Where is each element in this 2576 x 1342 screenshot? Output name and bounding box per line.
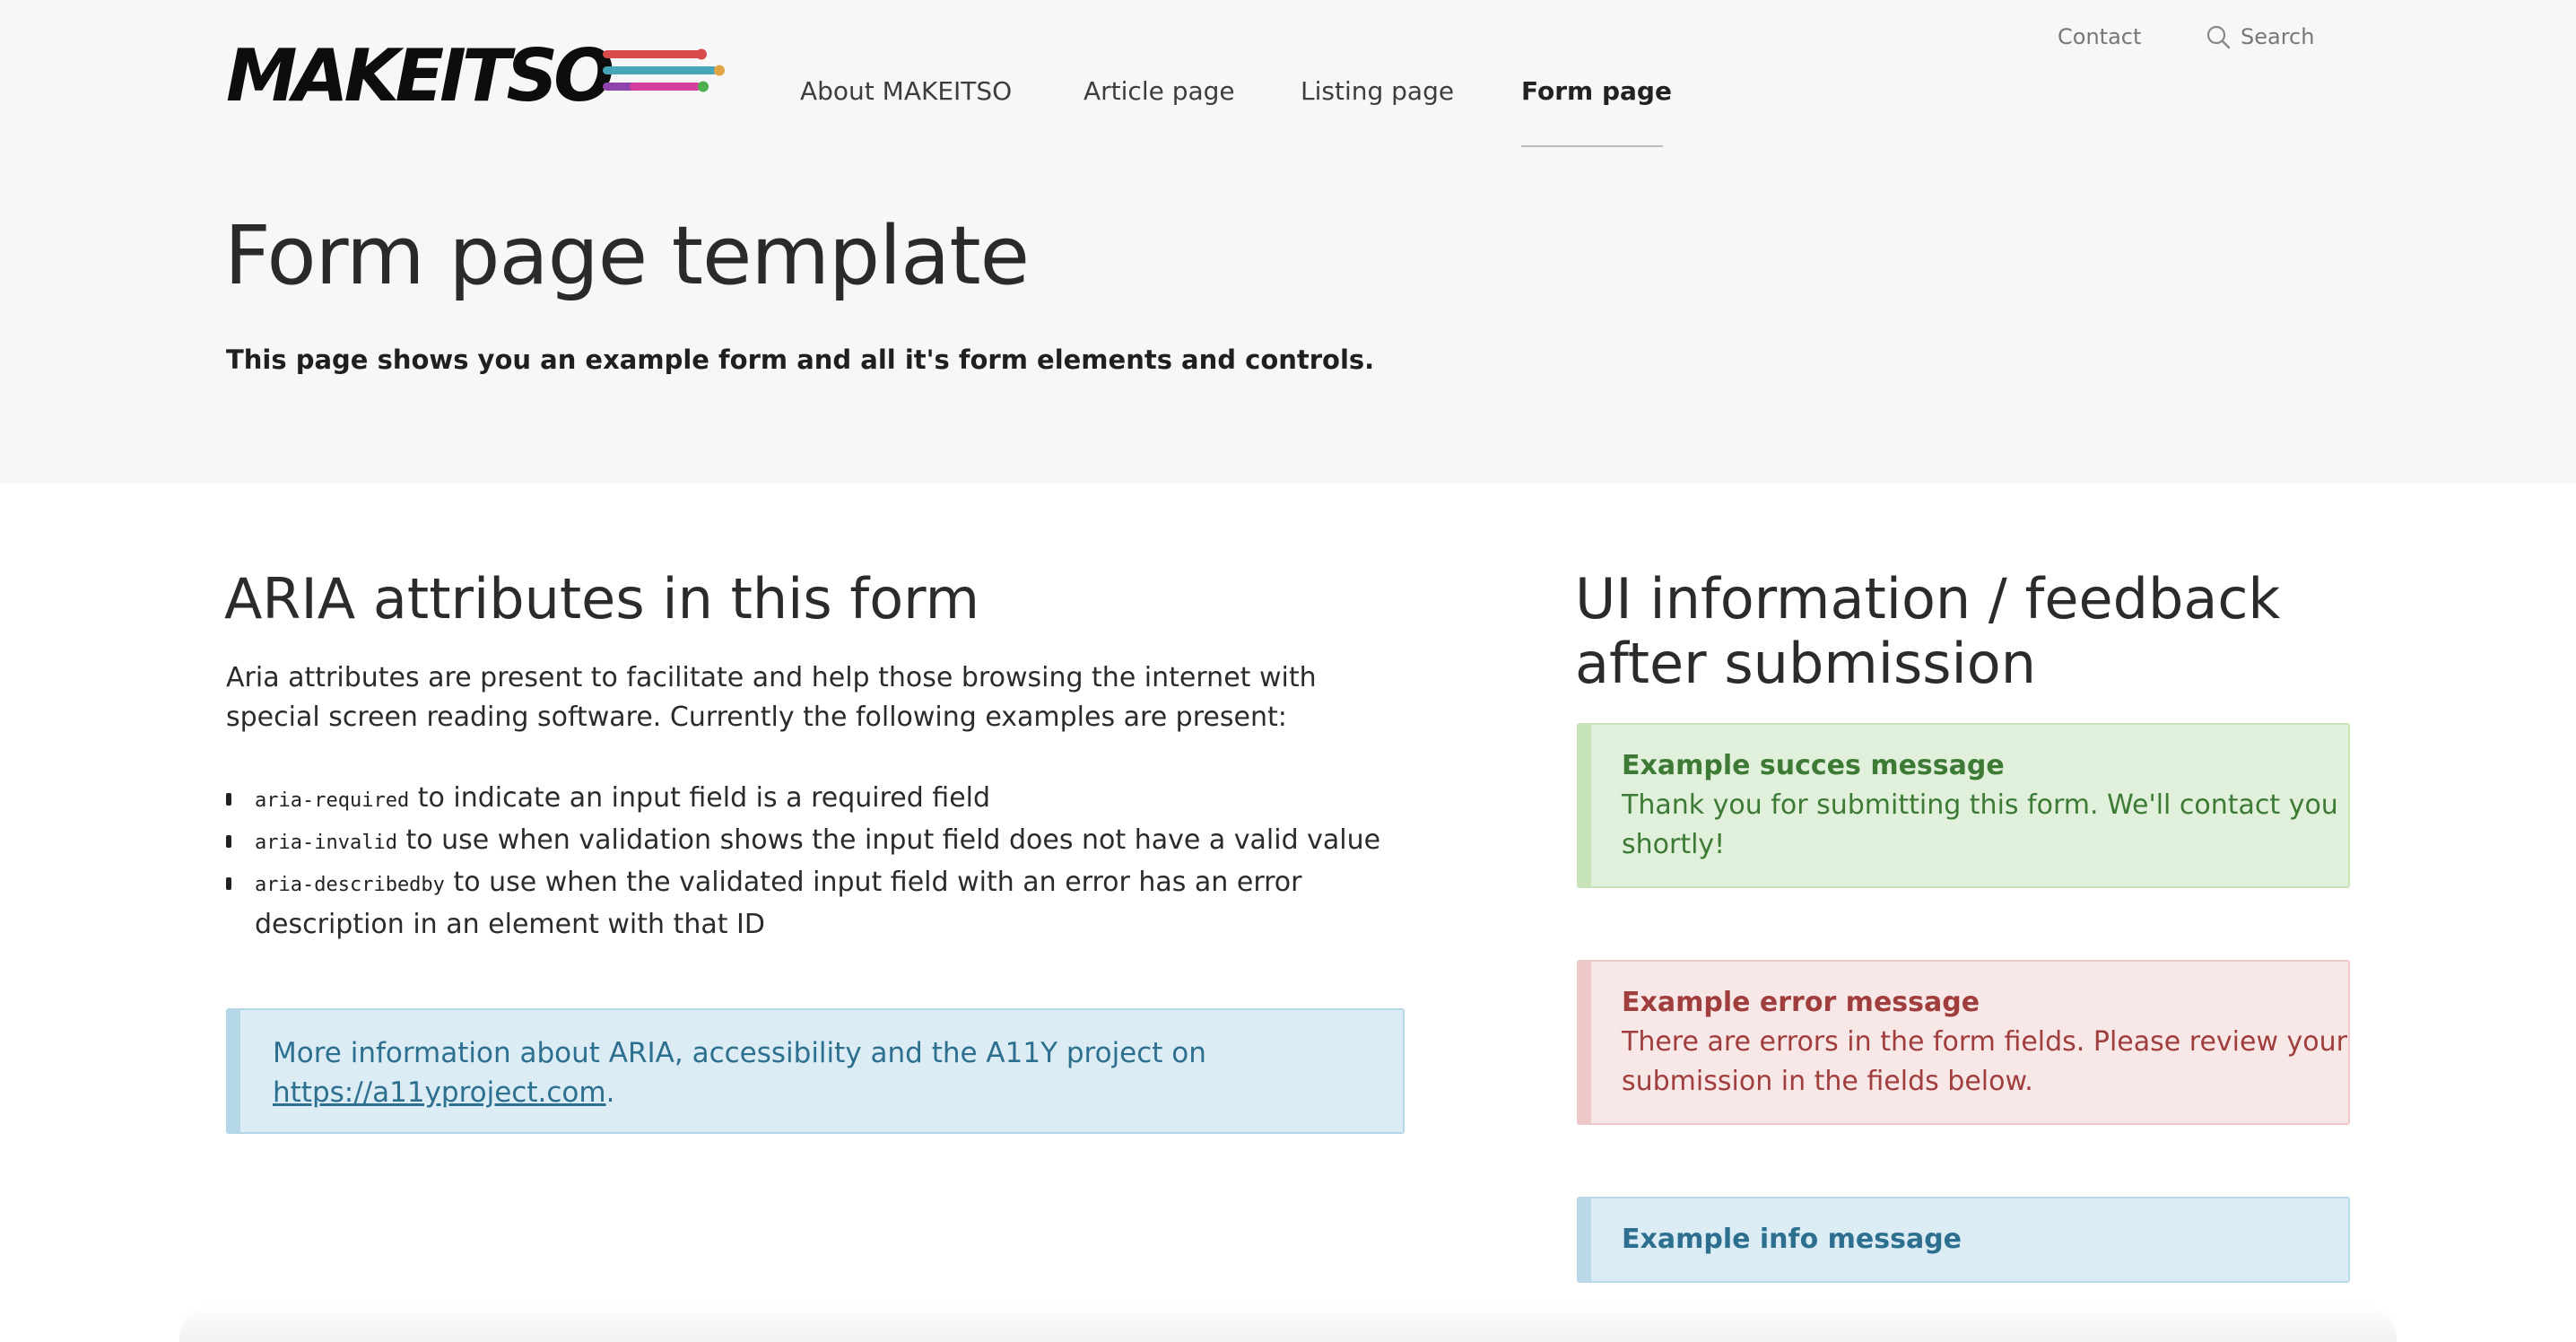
aria-code: aria-invalid [255, 832, 397, 854]
error-alert-title: Example error message [1622, 987, 1980, 1018]
success-alert: Example succes message Thank you for sub… [1577, 723, 2350, 888]
nav-item-form[interactable]: Form page [1521, 74, 1672, 109]
nav-item-about[interactable]: About MAKEITSO [800, 74, 1012, 109]
search-icon [2206, 25, 2231, 49]
page-header: MAKEITSO About MAKEITSO Article page Lis… [0, 0, 2576, 484]
success-alert-text: Thank you for submitting this form. We'l… [1622, 789, 2338, 860]
callout-text: More information about ARIA, accessibili… [273, 1037, 1206, 1069]
search-button[interactable]: Search [2205, 22, 2314, 52]
card-shadow-edge [179, 1303, 2397, 1342]
aria-description: to use when validation shows the input f… [396, 824, 1381, 856]
logo-wordmark: MAKEITSO [226, 34, 614, 118]
active-nav-indicator [1521, 145, 1663, 147]
error-alert-text: There are errors in the form fields. Ple… [1622, 1026, 2347, 1097]
callout-punctuation: . [605, 1076, 615, 1109]
aria-description: to indicate an input field is a required… [409, 782, 991, 814]
error-alert: Example error message There are errors i… [1577, 960, 2350, 1125]
logo[interactable]: MAKEITSO [226, 36, 728, 117]
list-item: aria-invalid to use when validation show… [226, 821, 1419, 863]
aria-heading: ARIA attributes in this form [224, 566, 979, 632]
nav-item-article[interactable]: Article page [1083, 74, 1235, 109]
logo-stripes-icon [603, 48, 725, 92]
aria-info-callout: More information about ARIA, accessibili… [226, 1008, 1405, 1134]
success-alert-title: Example succes message [1622, 750, 2005, 781]
page: MAKEITSO About MAKEITSO Article page Lis… [0, 0, 2576, 1342]
list-item: aria-describedby to use when the validat… [226, 863, 1419, 945]
info-alert-title: Example info message [1622, 1224, 1962, 1255]
aria-attribute-list: aria-required to indicate an input field… [226, 779, 1419, 945]
feedback-heading-line-2: after submission [1575, 631, 2037, 696]
aria-paragraph: Aria attributes are present to facilitat… [226, 662, 1317, 733]
search-label: Search [2241, 24, 2315, 49]
contact-link[interactable]: Contact [2058, 22, 2141, 52]
nav-item-listing[interactable]: Listing page [1301, 74, 1454, 109]
a11y-project-link[interactable]: https://a11yproject.com [273, 1076, 606, 1109]
info-alert: Example info message [1577, 1197, 2350, 1283]
page-title: Form page template [224, 209, 1030, 303]
page-intro: This page shows you an example form and … [226, 344, 1375, 375]
aria-code: aria-required [255, 789, 410, 812]
aria-code: aria-describedby [255, 874, 445, 896]
list-item: aria-required to indicate an input field… [226, 779, 1419, 821]
feedback-heading-line-1: UI information / feedback [1575, 566, 2281, 632]
